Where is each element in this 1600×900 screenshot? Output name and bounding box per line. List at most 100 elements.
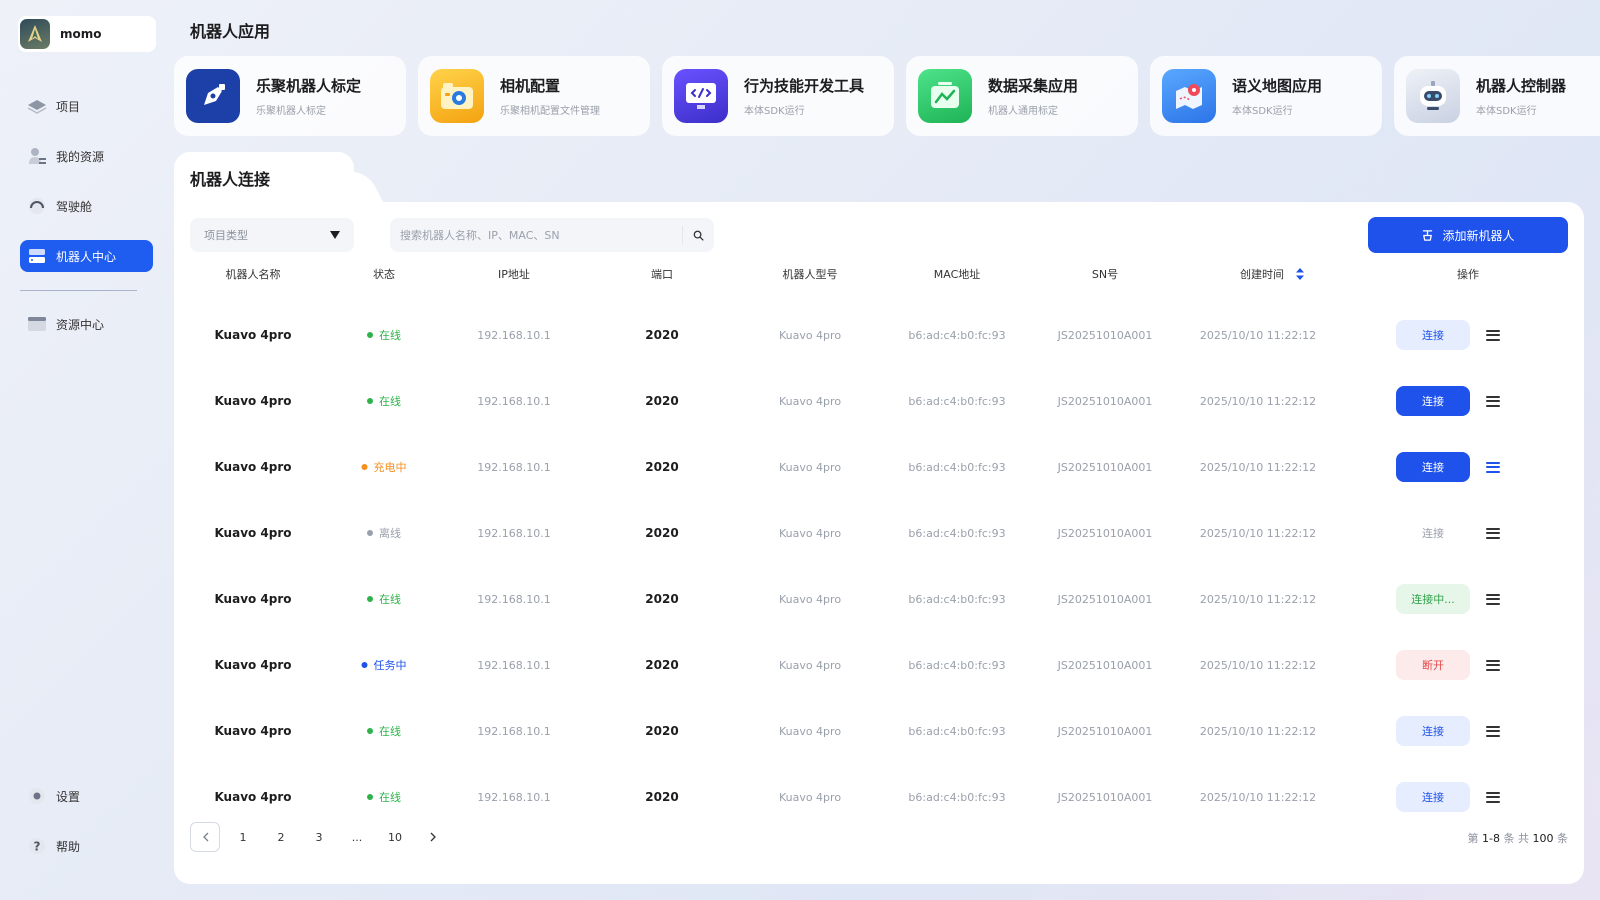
sidebar-item-resource-center[interactable]: 资源中心: [20, 308, 153, 340]
connect-button[interactable]: 连接: [1396, 716, 1470, 746]
column-header: SN号: [1091, 268, 1119, 281]
robot-model: Kuavo 4pro: [778, 394, 842, 408]
menu-icon[interactable]: [1486, 725, 1500, 737]
robot-model: Kuavo 4pro: [778, 526, 842, 540]
connect-button[interactable]: 连接中...: [1396, 584, 1470, 614]
created-time: 2025/10/10 11:22:12: [1199, 592, 1317, 606]
created-time: 2025/10/10 11:22:12: [1199, 328, 1317, 342]
row-actions: 断开: [1396, 632, 1500, 698]
sidebar-item-project[interactable]: 项目: [20, 90, 153, 122]
app-card-semantic-map[interactable]: 语义地图应用 本体SDK运行: [1150, 56, 1382, 136]
mac-address: b6:ad:c4:b0:fc:93: [908, 526, 1006, 540]
ip-address: 192.168.10.1: [477, 592, 551, 606]
app-name: 语义地图应用: [1232, 77, 1323, 95]
robot-model: Kuavo 4pro: [778, 328, 842, 342]
serial-number: JS20251010A001: [1057, 526, 1153, 540]
app-name: 相机配置: [500, 77, 561, 95]
connect-button[interactable]: 连接: [1396, 452, 1470, 482]
port: 2020: [645, 526, 679, 540]
pagination-suffix: 条: [1557, 832, 1568, 845]
menu-icon[interactable]: [1486, 395, 1500, 407]
app-card-camera[interactable]: 相机配置 乐聚相机配置文件管理: [418, 56, 650, 136]
sort-icon[interactable]: [1296, 268, 1304, 280]
status-badge: 充电中: [361, 434, 407, 500]
status-dot-icon: [367, 794, 373, 800]
sidebar-item-label: 资源中心: [56, 317, 105, 332]
menu-icon[interactable]: [1486, 659, 1500, 671]
page-button[interactable]: 3: [304, 822, 334, 852]
status-badge: 在线: [367, 302, 401, 368]
connect-button[interactable]: 断开: [1396, 650, 1470, 680]
serial-number: JS20251010A001: [1057, 394, 1153, 408]
add-robot-button[interactable]: 添加新机器人: [1368, 217, 1568, 253]
search-icon[interactable]: [682, 226, 704, 244]
connect-button[interactable]: 连接: [1396, 782, 1470, 812]
port: 2020: [645, 790, 679, 804]
status-badge: 任务中: [361, 632, 407, 698]
table-row: Kuavo 4pro 在线 192.168.10.1 2020 Kuavo 4pro b6…: [174, 302, 1584, 368]
code-monitor-icon: [674, 69, 728, 123]
menu-icon[interactable]: [1486, 791, 1500, 803]
robot-name: Kuavo 4pro: [214, 394, 292, 408]
chevron-left-icon: [202, 832, 208, 842]
table-row: Kuavo 4pro 在线 192.168.10.1 2020 Kuavo 4pro b6…: [174, 764, 1584, 830]
app-card-robot-controller[interactable]: 机器人控制器 本体SDK运行: [1394, 56, 1600, 136]
app-card-calibration[interactable]: 乐聚机器人标定 乐聚机器人标定: [174, 56, 406, 136]
sidebar: momo 项目 我的资源 驾驶舱 机器人中心 资源中心 设置 ? 帮助: [0, 0, 170, 900]
pagination-info: 第 1-8 条 共 100 条: [1468, 830, 1568, 846]
port: 2020: [645, 724, 679, 738]
prev-page-button[interactable]: [190, 822, 220, 852]
search-box: [390, 218, 714, 252]
page-button[interactable]: 2: [266, 822, 296, 852]
pen-tool-icon: [186, 69, 240, 123]
created-time: 2025/10/10 11:22:12: [1199, 724, 1317, 738]
serial-number: JS20251010A001: [1057, 592, 1153, 606]
ip-address: 192.168.10.1: [477, 460, 551, 474]
page-button[interactable]: 10: [380, 822, 410, 852]
project-type-select[interactable]: 项目类型: [190, 218, 354, 252]
search-input[interactable]: [400, 228, 682, 242]
connect-button[interactable]: 连接: [1396, 320, 1470, 350]
ip-address: 192.168.10.1: [477, 526, 551, 540]
user-profile[interactable]: momo: [18, 16, 156, 52]
robot-name: Kuavo 4pro: [214, 724, 292, 738]
created-time: 2025/10/10 11:22:12: [1199, 460, 1317, 474]
connect-button[interactable]: 连接: [1396, 518, 1470, 548]
user-resource-icon: [26, 145, 48, 167]
robot-server-icon: [26, 245, 48, 267]
table-row: Kuavo 4pro 在线 192.168.10.1 2020 Kuavo 4pro b6…: [174, 566, 1584, 632]
layers-icon: [26, 95, 48, 117]
mac-address: b6:ad:c4:b0:fc:93: [908, 658, 1006, 672]
robot-head-icon: [1406, 69, 1460, 123]
sidebar-item-help[interactable]: ? 帮助: [20, 830, 153, 862]
status-badge: 在线: [367, 764, 401, 830]
menu-icon[interactable]: [1486, 329, 1500, 341]
sidebar-item-cockpit[interactable]: 驾驶舱: [20, 190, 153, 222]
sidebar-item-settings[interactable]: 设置: [20, 780, 153, 812]
mac-address: b6:ad:c4:b0:fc:93: [908, 790, 1006, 804]
connection-section-title: 机器人连接: [190, 170, 271, 189]
column-header-created[interactable]: 创建时间: [1240, 266, 1304, 282]
app-card-data-collection[interactable]: 数据采集应用 机器人通用标定: [906, 56, 1138, 136]
sidebar-item-my-resources[interactable]: 我的资源: [20, 140, 153, 172]
app-desc: 乐聚相机配置文件管理: [500, 106, 600, 117]
page-button[interactable]: 1: [228, 822, 258, 852]
sidebar-item-robot-center[interactable]: 机器人中心: [20, 240, 153, 272]
robot-name: Kuavo 4pro: [214, 592, 292, 606]
created-time: 2025/10/10 11:22:12: [1199, 790, 1317, 804]
app-name: 行为技能开发工具: [744, 77, 865, 95]
created-time: 2025/10/10 11:22:12: [1199, 658, 1317, 672]
robot-name: Kuavo 4pro: [214, 328, 292, 342]
row-actions: 连接中...: [1396, 566, 1500, 632]
ip-address: 192.168.10.1: [477, 724, 551, 738]
table-row: Kuavo 4pro 充电中 192.168.10.1 2020 Kuavo 4pro b…: [174, 434, 1584, 500]
menu-icon[interactable]: [1486, 461, 1500, 473]
menu-icon[interactable]: [1486, 593, 1500, 605]
menu-icon[interactable]: [1486, 527, 1500, 539]
next-page-button[interactable]: [418, 822, 448, 852]
chart-monitor-icon: [918, 69, 972, 123]
row-actions: 连接: [1396, 698, 1500, 764]
app-card-behavior-dev[interactable]: 行为技能开发工具 本体SDK运行: [662, 56, 894, 136]
serial-number: JS20251010A001: [1057, 790, 1153, 804]
connect-button[interactable]: 连接: [1396, 386, 1470, 416]
